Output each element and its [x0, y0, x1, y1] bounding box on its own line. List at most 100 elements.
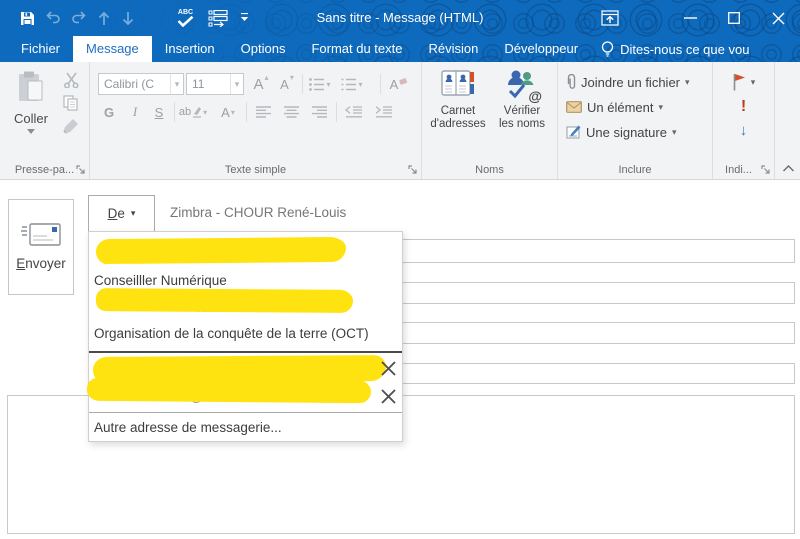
- caret-down-icon: ▾: [131, 208, 136, 219]
- follow-up-flag-button[interactable]: ▾: [713, 73, 774, 91]
- tab-options[interactable]: Options: [228, 36, 299, 62]
- title-bar: ABC Sans titre - Message (HTML): [0, 0, 800, 36]
- signature-label: Une signature: [586, 125, 667, 140]
- check-names-label-line2: les noms: [499, 118, 545, 130]
- caret-down-icon: ▾: [658, 102, 663, 113]
- envelope-item-icon: [566, 101, 582, 113]
- shrink-font-button[interactable]: A▾: [276, 73, 298, 95]
- signature-button[interactable]: Une signature ▾: [566, 121, 676, 143]
- font-color-button[interactable]: A ▾: [214, 101, 242, 123]
- address-book-button[interactable]: Carnet d'adresses: [427, 68, 489, 131]
- redacted-highlight: [96, 237, 346, 264]
- attach-file-label: Joindre un fichier: [581, 75, 680, 90]
- address-book-label-line2: d'adresses: [430, 118, 485, 130]
- importance-high-button[interactable]: !: [713, 98, 774, 116]
- group-presse-papiers: Coller Presse-pa...: [0, 62, 90, 179]
- align-right-button[interactable]: [308, 101, 330, 123]
- check-names-icon: @: [504, 68, 540, 100]
- font-size-select[interactable]: 11 ▾: [186, 73, 244, 95]
- align-center-button[interactable]: [280, 101, 302, 123]
- at-sign-glyph: @: [528, 88, 542, 104]
- from-label-initial: D: [108, 206, 118, 221]
- dialog-launcher-icon[interactable]: [408, 165, 418, 175]
- paste-icon: [16, 71, 46, 107]
- remove-address-icon[interactable]: [377, 357, 399, 379]
- remove-address-icon[interactable]: [377, 385, 399, 407]
- caret-down-icon: ▾: [170, 74, 183, 94]
- ribbon: Coller Presse-pa... Cal: [0, 62, 800, 180]
- bold-button[interactable]: G: [98, 101, 120, 123]
- dialog-launcher-icon[interactable]: [76, 165, 86, 175]
- tab-format-du-texte[interactable]: Format du texte: [298, 36, 415, 62]
- caret-down-icon: ▾: [685, 77, 690, 88]
- from-label: e: [117, 206, 125, 221]
- redacted-highlight: [87, 378, 371, 403]
- tell-me-label: Dites-nous ce que vou: [620, 42, 749, 57]
- tab-insertion[interactable]: Insertion: [152, 36, 228, 62]
- tell-me-box[interactable]: Dites-nous ce que vou: [601, 36, 749, 62]
- attach-file-button[interactable]: Joindre un fichier ▾: [566, 71, 690, 93]
- increase-indent-button[interactable]: [372, 101, 394, 123]
- dropdown-separator: [89, 351, 402, 353]
- minimize-button[interactable]: [668, 0, 712, 36]
- paperclip-icon: [566, 74, 576, 91]
- importance-low-button[interactable]: ↓: [713, 122, 774, 139]
- tab-developpeur[interactable]: Développeur: [491, 36, 591, 62]
- group-indicateurs: ▾ ! ↓ Indi...: [713, 62, 775, 179]
- numbering-button[interactable]: ▾: [338, 73, 366, 95]
- grow-font-button[interactable]: A▴: [250, 73, 272, 95]
- importance-high-icon: !: [741, 98, 746, 116]
- compose-area: Envoyer De ▾ Zimbra - CHOUR René-Louis C…: [0, 180, 800, 539]
- highlight-button[interactable]: ab ▾: [178, 101, 208, 123]
- font-size-value: 11: [192, 77, 204, 91]
- clear-formatting-button[interactable]: A: [388, 73, 410, 95]
- dropdown-separator: [89, 412, 402, 413]
- maximize-button[interactable]: [712, 0, 756, 36]
- check-names-label-line1: Vérifier: [504, 105, 540, 117]
- header: ABC Sans titre - Message (HTML): [0, 0, 800, 62]
- ribbon-tabs: Fichier Message Insertion Options Format…: [0, 36, 800, 62]
- underline-button[interactable]: S: [148, 101, 170, 123]
- attach-item-button[interactable]: Un élément ▾: [566, 96, 663, 118]
- outlook-message-window: ABC Sans titre - Message (HTML): [0, 0, 800, 539]
- window-controls: [588, 0, 800, 36]
- clipboard-mini-buttons: [58, 72, 84, 134]
- paste-button[interactable]: Coller: [8, 71, 54, 157]
- group-noms: Carnet d'adresses @ Vérifier les noms No…: [422, 62, 558, 179]
- copy-icon[interactable]: [63, 95, 79, 111]
- flag-icon: [732, 73, 746, 91]
- from-account-value: Zimbra - CHOUR René-Louis: [170, 205, 346, 220]
- account-item-oct[interactable]: Organisation de la conquête de la terre …: [89, 320, 402, 346]
- send-label-initial: E: [16, 256, 25, 271]
- tab-revision[interactable]: Révision: [416, 36, 492, 62]
- font-name-select[interactable]: Calibri (C ▾: [98, 73, 184, 95]
- send-button[interactable]: Envoyer: [8, 199, 74, 295]
- bullets-button[interactable]: ▾: [306, 73, 334, 95]
- group-texte-simple: Calibri (C ▾ 11 ▾ A▴ A▾ ▾ ▾ A: [90, 62, 422, 179]
- caret-down-icon: ▾: [751, 77, 756, 88]
- check-names-button[interactable]: @ Vérifier les noms: [491, 68, 553, 131]
- group-label-texte-simple: Texte simple: [90, 164, 421, 176]
- cut-icon[interactable]: [63, 72, 80, 88]
- collapse-ribbon-icon[interactable]: [782, 164, 795, 173]
- tab-message[interactable]: Message: [73, 36, 152, 62]
- lightbulb-icon: [601, 41, 614, 58]
- paste-label: Coller: [14, 111, 48, 126]
- from-account-dropdown: Conseilller Numérique renne Organisation…: [88, 231, 403, 442]
- tab-fichier[interactable]: Fichier: [8, 36, 73, 62]
- send-envelope-icon: [21, 223, 61, 247]
- address-book-label-line1: Carnet: [441, 105, 476, 117]
- importance-low-icon: ↓: [740, 122, 748, 139]
- italic-button[interactable]: I: [124, 101, 146, 123]
- popout-icon[interactable]: [588, 0, 632, 36]
- from-button[interactable]: De ▾: [88, 195, 155, 232]
- caret-down-icon: ▾: [672, 127, 677, 138]
- other-address-item[interactable]: Autre adresse de messagerie...: [89, 416, 402, 438]
- decrease-indent-button[interactable]: [342, 101, 364, 123]
- dialog-launcher-icon[interactable]: [761, 165, 771, 175]
- send-label: nvoyer: [25, 256, 66, 271]
- paste-caret-icon: [27, 129, 35, 134]
- format-painter-icon[interactable]: [63, 118, 79, 134]
- close-button[interactable]: [756, 0, 800, 36]
- align-left-button[interactable]: [252, 101, 274, 123]
